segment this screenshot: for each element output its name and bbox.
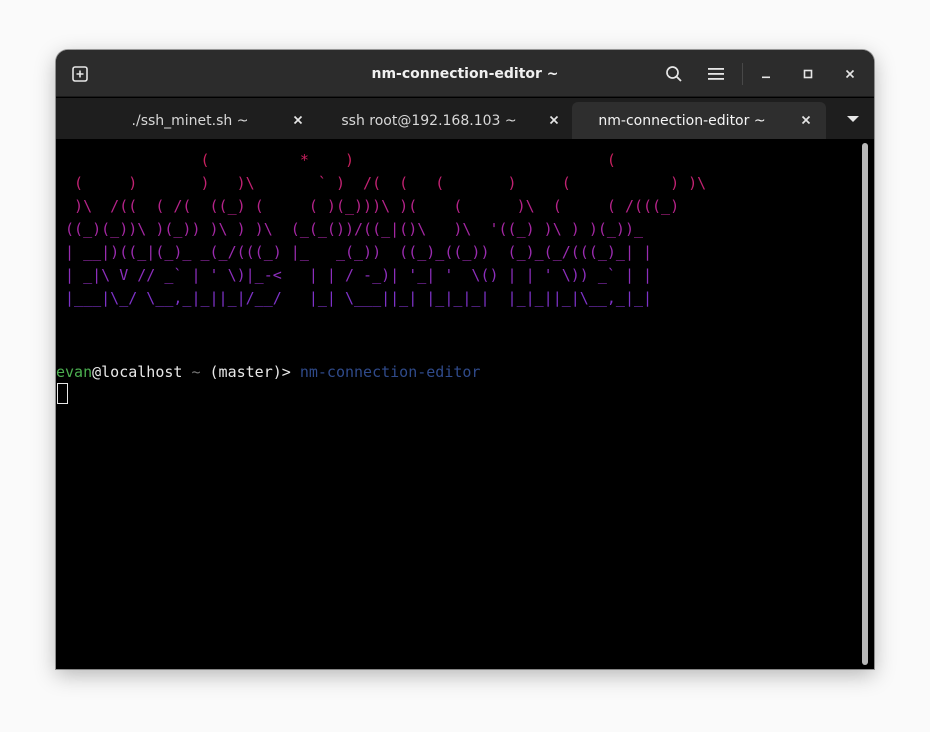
minimize-icon — [762, 76, 770, 79]
close-icon — [549, 115, 559, 125]
close-icon — [845, 69, 855, 79]
window-title: nm-connection-editor ~ — [371, 65, 559, 82]
tab-close-button[interactable] — [796, 110, 816, 130]
tab-ssh-root[interactable]: ssh root@192.168.103 ~ — [324, 102, 568, 139]
maximize-button[interactable] — [796, 62, 820, 86]
hamburger-icon — [708, 68, 724, 80]
shell-prompt: evan@localhost ~ (master)> nm-connection… — [56, 361, 480, 383]
ascii-art-banner: ( * ) ( ( ) ) )\ ` ) /( ( ( ) ( ) )\ )\ … — [56, 149, 856, 319]
search-button[interactable] — [662, 62, 686, 86]
maximize-icon — [803, 69, 813, 79]
close-icon — [801, 115, 811, 125]
tab-label: ssh root@192.168.103 ~ — [341, 112, 517, 129]
text-cursor — [57, 383, 68, 404]
prompt-user: evan — [56, 363, 93, 381]
ascii-art-line: )\ /(( ( /( ((_) ( ( )(_)))\ )( ( )\ ( (… — [56, 197, 680, 215]
ascii-art-line: ( * ) ( — [56, 151, 616, 169]
tab-bar: ./ssh_minet.sh ~ ssh root@192.168.103 ~ … — [56, 98, 874, 139]
prompt-command: nm-connection-editor — [299, 363, 481, 381]
tab-close-button[interactable] — [288, 110, 308, 130]
new-tab-button[interactable] — [68, 62, 92, 86]
ascii-art-line: ( ) ) )\ ` ) /( ( ( ) ( ) )\ — [56, 174, 707, 192]
terminal-window: nm-connection-editor ~ ./ssh_minet.sh ~ … — [56, 50, 874, 669]
tab-label: nm-connection-editor ~ — [598, 112, 766, 129]
search-icon — [666, 66, 682, 82]
close-button[interactable] — [838, 62, 862, 86]
tab-close-button[interactable] — [544, 110, 564, 130]
ascii-art-line: |___|\_/ \__,_|_||_|/__/ |_| \___||_| |_… — [56, 289, 653, 307]
terminal-content[interactable]: ( * ) ( ( ) ) )\ ` ) /( ( ( ) ( ) )\ )\ … — [56, 139, 874, 669]
ascii-art-line: | __|)((_|(_)_ _(_/(((_) |_ _(_)) ((_)_(… — [56, 243, 653, 261]
title-bar: nm-connection-editor ~ — [56, 50, 874, 97]
ascii-art-line: ((_)(_))\ )(_)) )\ ) )\ (_(_())/((_|()\ … — [56, 220, 643, 238]
tab-ssh-minet[interactable]: ./ssh_minet.sh ~ — [100, 102, 310, 139]
tabs-dropdown-button[interactable] — [842, 108, 864, 130]
prompt-host: @localhost — [92, 363, 183, 381]
titlebar-separator — [742, 63, 743, 85]
prompt-cwd: ~ — [191, 363, 201, 381]
scrollbar[interactable] — [862, 143, 868, 665]
tab-label: ./ssh_minet.sh ~ — [131, 112, 249, 129]
close-icon — [293, 115, 303, 125]
plus-box-icon — [72, 66, 88, 82]
minimize-button[interactable] — [754, 62, 778, 86]
menu-button[interactable] — [704, 62, 728, 86]
chevron-down-icon — [847, 116, 859, 122]
ascii-art-line: | _|\ V // _` | ' \)|_-< | | / -_)| '_| … — [56, 266, 653, 284]
tab-nm-connection-editor[interactable]: nm-connection-editor ~ — [572, 102, 826, 139]
prompt-git-branch: (master)> — [209, 363, 291, 381]
